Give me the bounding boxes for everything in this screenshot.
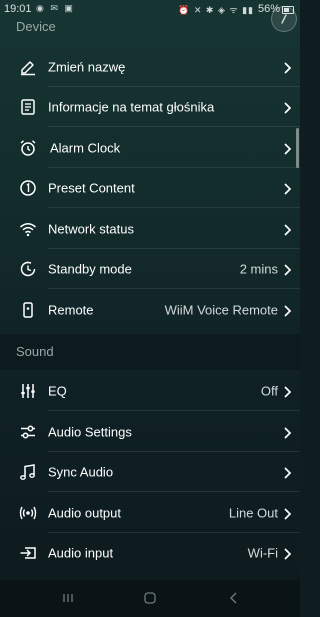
audio-output-icon: [19, 504, 37, 522]
menu-item-eq[interactable]: EQ Off: [0, 371, 300, 411]
menu-item-remote[interactable]: Remote WiiM Voice Remote: [0, 290, 300, 330]
chevron-right-icon: [283, 507, 292, 520]
wifi-icon: [19, 220, 37, 238]
menu-item-label: Network status: [48, 221, 134, 237]
menu-item-sync-audio[interactable]: Sync Audio: [0, 452, 300, 492]
menu-item-alarm-clock[interactable]: Alarm Clock: [0, 128, 300, 168]
chevron-right-icon: [283, 142, 292, 155]
divider: [48, 288, 300, 289]
audio-settings-icon: [19, 423, 37, 441]
menu-item-audio-output[interactable]: Audio output Line Out: [0, 493, 300, 533]
scrollbar[interactable]: [296, 128, 299, 168]
menu-item-preset-content[interactable]: Preset Content: [0, 168, 300, 208]
menu-item-audio-input[interactable]: Audio input Wi-Fi: [0, 533, 300, 573]
audio-input-icon: [19, 544, 37, 562]
standby-timer-icon: [19, 260, 37, 278]
menu-item-rename[interactable]: Zmień nazwę: [0, 47, 300, 87]
system-status-icons: ⏰ ✕ ✱ ◈ ᯤ ▮▮: [178, 5, 254, 15]
menu-item-network-status[interactable]: Network status: [0, 209, 300, 249]
chevron-right-icon: [283, 182, 292, 195]
menu-item-label: EQ: [48, 383, 67, 399]
divider: [48, 207, 300, 208]
navigation-bar: [0, 580, 300, 617]
menu-item-value: Line Out: [228, 505, 278, 521]
chevron-right-icon: [283, 304, 292, 317]
recents-icon[interactable]: [58, 588, 78, 608]
menu-item-label: Sync Audio: [48, 464, 114, 480]
status-time: 19:01: [4, 3, 32, 15]
chevron-right-icon: [283, 466, 292, 479]
back-icon[interactable]: [224, 588, 244, 608]
section-header-sound: Sound: [16, 344, 54, 359]
chevron-right-icon: [283, 385, 292, 398]
menu-item-label: Preset Content: [48, 180, 135, 196]
menu-item-audio-settings[interactable]: Audio Settings: [0, 412, 300, 452]
remote-icon: [19, 301, 37, 319]
menu-item-value: WiiM Voice Remote: [164, 302, 278, 318]
chevron-right-icon: [283, 263, 292, 276]
screen: 19:01 ◉ ✉ ▣ ⏰ ✕ ✱ ◈ ᯤ ▮▮ 56% Device Zmie…: [0, 0, 300, 617]
menu-item-value: Off: [260, 383, 278, 399]
divider: [48, 410, 300, 411]
alarm-clock-icon: [19, 139, 37, 157]
chevron-right-icon: [283, 61, 292, 74]
divider: [48, 126, 300, 127]
document-icon: [19, 98, 37, 116]
status-bar: 19:01 ◉ ✉ ▣ ⏰ ✕ ✱ ◈ ᯤ ▮▮ 56%: [0, 0, 300, 20]
menu-item-label: Audio input: [48, 545, 114, 561]
menu-item-label: Standby mode: [48, 261, 132, 277]
preset-number-icon: [19, 179, 37, 197]
menu-item-standby-mode[interactable]: Standby mode 2 mins: [0, 249, 300, 289]
menu-item-value: 2 mins: [239, 261, 278, 277]
menu-item-label: Informacje na temat głośnika: [48, 99, 215, 115]
edit-icon: [19, 58, 37, 76]
chevron-right-icon: [283, 547, 292, 560]
menu-item-label: Zmień nazwę: [48, 59, 126, 75]
top-action-button[interactable]: [271, 6, 297, 32]
chevron-right-icon: [283, 426, 292, 439]
music-note-icon: [19, 463, 37, 481]
equalizer-icon: [19, 382, 37, 400]
chevron-right-icon: [283, 223, 292, 236]
menu-item-value: Wi-Fi: [247, 545, 278, 561]
menu-item-label: Remote: [48, 302, 94, 318]
chevron-right-icon: [283, 101, 292, 114]
menu-item-label: Audio Settings: [48, 424, 132, 440]
notification-icons: ◉ ✉ ▣: [36, 3, 75, 13]
divider: [48, 491, 300, 492]
slash-icon: [281, 14, 287, 24]
home-icon[interactable]: [140, 588, 160, 608]
menu-item-label: Audio output: [48, 505, 122, 521]
menu-item-label: Alarm Clock: [50, 140, 121, 156]
menu-item-speaker-info[interactable]: Informacje na temat głośnika: [0, 87, 300, 127]
section-header-device: Device: [16, 19, 56, 34]
